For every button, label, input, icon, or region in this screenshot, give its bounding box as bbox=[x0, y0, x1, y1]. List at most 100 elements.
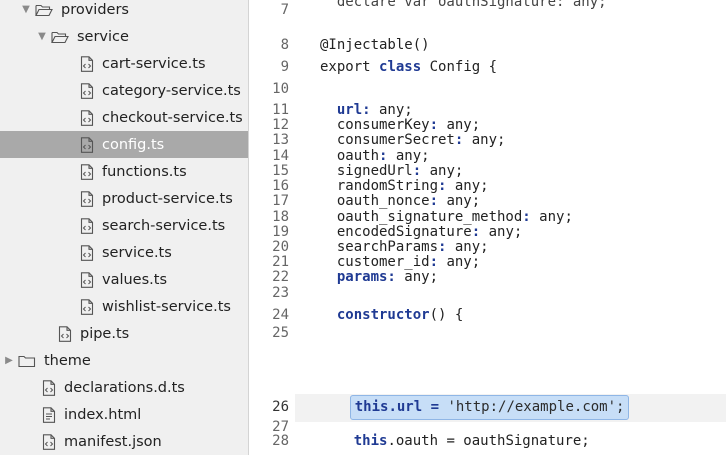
tree-item-label: values.ts bbox=[102, 271, 168, 288]
tree-file[interactable]: pipe.ts bbox=[0, 320, 248, 347]
line-number: 19 bbox=[272, 224, 289, 240]
code-line[interactable]: declare var oauthSignature: any; bbox=[320, 0, 607, 10]
tree-file[interactable]: service.ts bbox=[0, 239, 248, 266]
tree-file[interactable]: wishlist-service.ts bbox=[0, 293, 248, 320]
code-token: this bbox=[353, 433, 388, 449]
tree-file[interactable]: manifest.json bbox=[0, 428, 248, 455]
line-number: 28 bbox=[272, 433, 289, 449]
code-token: any; bbox=[395, 269, 439, 285]
code-token: : bbox=[429, 193, 439, 209]
code-line[interactable]: this.oauth = oauthSignature; bbox=[320, 434, 590, 449]
tree-folder[interactable]: ▼ service bbox=[0, 23, 248, 50]
code-line[interactable]: consumerSecret: any; bbox=[320, 133, 506, 148]
code-line[interactable]: params: any; bbox=[320, 270, 438, 285]
code-line[interactable]: url: any; bbox=[320, 103, 413, 118]
code-file-icon bbox=[80, 298, 94, 315]
tree-file[interactable]: category-service.ts bbox=[0, 77, 248, 104]
tree-file[interactable]: declarations.d.ts bbox=[0, 374, 248, 401]
tree-item-label: manifest.json bbox=[64, 433, 162, 450]
tree-item-label: cart-service.ts bbox=[102, 55, 206, 72]
line-number: 21 bbox=[272, 254, 289, 270]
line-number: 11 bbox=[272, 102, 289, 118]
code-line[interactable]: @Injectable() bbox=[320, 38, 430, 53]
code-editor[interactable]: declare var oauthSignature: any; @Injecta… bbox=[320, 0, 726, 455]
code-token: constructor bbox=[336, 307, 430, 323]
code-file-icon bbox=[80, 190, 94, 207]
text-selection: this.url = 'http://example.com'; bbox=[349, 395, 630, 420]
code-token: oauth_nonce bbox=[320, 193, 430, 209]
tree-item-label: pipe.ts bbox=[80, 325, 130, 342]
tree-file[interactable]: index.html bbox=[0, 401, 248, 428]
code-token: .url = bbox=[388, 399, 448, 415]
line-number: 13 bbox=[272, 132, 289, 148]
tree-item-label: declarations.d.ts bbox=[64, 379, 185, 396]
line-number: 15 bbox=[272, 163, 289, 179]
code-token: : bbox=[471, 224, 481, 240]
code-line[interactable]: consumerKey: any; bbox=[320, 118, 480, 133]
code-file-icon bbox=[80, 109, 94, 126]
code-line[interactable]: oauth_nonce: any; bbox=[320, 194, 480, 209]
tree-item-label: functions.ts bbox=[102, 163, 187, 180]
code-file-icon bbox=[42, 433, 56, 450]
code-token: consumerKey bbox=[320, 117, 430, 133]
code-file-icon bbox=[80, 271, 94, 288]
tree-file[interactable]: product-service.ts bbox=[0, 185, 248, 212]
tree-item-label: wishlist-service.ts bbox=[102, 298, 231, 315]
line-number: 8 bbox=[280, 37, 289, 53]
line-number: 10 bbox=[272, 81, 289, 97]
tree-item-label: theme bbox=[44, 352, 91, 369]
code-token: oauth_signature_method bbox=[320, 209, 523, 225]
code-line[interactable]: customer_id: any; bbox=[320, 255, 480, 270]
line-number: 24 bbox=[272, 307, 289, 323]
line-number: 17 bbox=[272, 193, 289, 209]
code-token: () { bbox=[429, 307, 464, 323]
code-line[interactable]: export class Config { bbox=[320, 60, 497, 75]
code-line[interactable]: encodedSignature: any; bbox=[320, 225, 522, 240]
tree-file[interactable]: checkout-service.ts bbox=[0, 104, 248, 131]
folder-open-icon bbox=[51, 30, 69, 44]
tree-item-label: service bbox=[77, 28, 129, 45]
tree-item-label: index.html bbox=[64, 406, 142, 423]
tree-file[interactable]: search-service.ts bbox=[0, 212, 248, 239]
tree-folder[interactable]: ▶ theme bbox=[0, 347, 248, 374]
code-token: class bbox=[379, 59, 422, 75]
code-token: : bbox=[522, 209, 531, 225]
tree-file[interactable]: values.ts bbox=[0, 266, 248, 293]
code-token: any; bbox=[438, 193, 481, 209]
code-token: : bbox=[429, 254, 439, 270]
disclosure-open-icon[interactable]: ▼ bbox=[36, 31, 48, 42]
disclosure-open-icon[interactable]: ▼ bbox=[20, 4, 32, 15]
tree-file[interactable]: config.ts bbox=[0, 131, 248, 158]
line-number: 14 bbox=[272, 148, 289, 164]
code-token: Config { bbox=[421, 59, 498, 75]
tree-item-label: category-service.ts bbox=[102, 82, 241, 99]
line-number: 25 bbox=[272, 325, 289, 341]
html-file-icon bbox=[42, 406, 56, 423]
code-line[interactable]: oauth: any; bbox=[320, 149, 430, 164]
line-number: 18 bbox=[272, 209, 289, 225]
tree-folder[interactable]: ▼ providers bbox=[0, 0, 248, 23]
code-token: any; bbox=[421, 163, 464, 179]
code-line[interactable]: randomString: any; bbox=[320, 179, 489, 194]
tree-item-label: providers bbox=[61, 1, 129, 18]
code-line[interactable]: signedUrl: any; bbox=[320, 164, 463, 179]
tree-file[interactable]: cart-service.ts bbox=[0, 50, 248, 77]
code-token: 'http://example.com'; bbox=[447, 399, 625, 415]
code-token: any; bbox=[438, 254, 481, 270]
code-line[interactable]: this.url = 'http://example.com'; bbox=[320, 395, 630, 420]
disclosure-closed-icon[interactable]: ▶ bbox=[3, 355, 15, 366]
code-token: export bbox=[320, 59, 380, 75]
folder-icon bbox=[18, 354, 36, 368]
code-line[interactable]: constructor() { bbox=[320, 308, 463, 323]
code-token: .oauth = oauthSignature; bbox=[387, 433, 590, 449]
tree-file[interactable]: functions.ts bbox=[0, 158, 248, 185]
code-file-icon bbox=[80, 217, 94, 234]
line-number: 12 bbox=[272, 117, 289, 133]
code-line[interactable]: oauth_signature_method: any; bbox=[320, 210, 573, 225]
code-line[interactable]: searchParams: any; bbox=[320, 240, 489, 255]
line-number: 22 bbox=[272, 269, 289, 285]
code-token: signedUrl bbox=[320, 163, 413, 179]
code-file-icon bbox=[80, 82, 94, 99]
